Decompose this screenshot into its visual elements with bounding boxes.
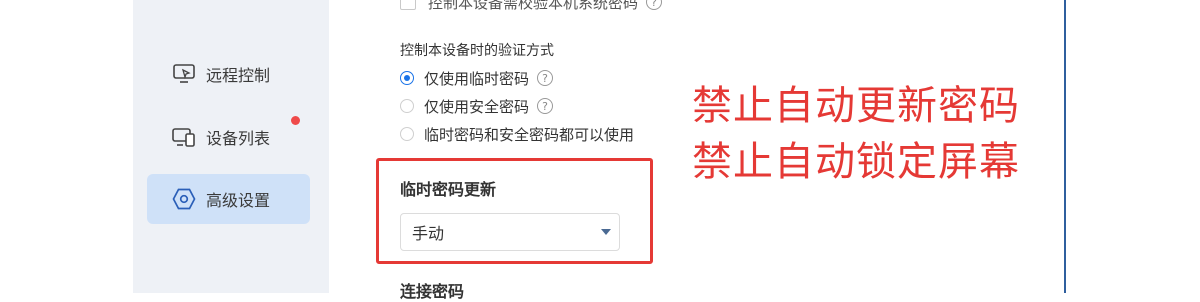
connection-password-title: 连接密码: [400, 282, 465, 301]
sidebar-item-remote-control[interactable]: 远程控制: [147, 49, 310, 99]
window-edge: [1064, 0, 1066, 293]
annotation-disable-auto-update: 禁止自动更新密码: [692, 83, 1020, 129]
temp-password-update-title: 临时密码更新: [400, 180, 497, 199]
temp-password-update-select[interactable]: 手动: [400, 213, 620, 251]
remote-control-icon: [171, 61, 197, 87]
settings-hexagon-icon: [171, 186, 197, 212]
sidebar-item-label: 高级设置: [206, 191, 271, 210]
help-icon[interactable]: ?: [537, 98, 554, 114]
help-icon[interactable]: ?: [646, 0, 663, 10]
device-list-icon: [171, 124, 197, 150]
verify-option-both[interactable]: 临时密码和安全密码都可以使用: [400, 124, 634, 144]
sidebar-item-advanced-settings[interactable]: 高级设置: [147, 174, 310, 224]
chevron-down-icon: [601, 229, 611, 235]
sidebar: 远程控制 设备列表 高级设置: [133, 0, 329, 293]
annotation-disable-auto-lock: 禁止自动锁定屏幕: [692, 139, 1020, 185]
checkbox-label: 控制本设备需校验本机系统密码: [428, 0, 639, 12]
radio-temp-only[interactable]: [400, 71, 414, 85]
sidebar-item-device-list[interactable]: 设备列表: [147, 112, 310, 162]
verify-method-title: 控制本设备时的验证方式: [400, 43, 554, 59]
verify-system-password-option[interactable]: 控制本设备需校验本机系统密码 ?: [400, 0, 663, 12]
verify-option-security-only[interactable]: 仅使用安全密码 ?: [400, 96, 554, 116]
radio-both[interactable]: [400, 127, 414, 141]
radio-label: 仅使用临时密码: [424, 69, 530, 88]
select-value: 手动: [412, 224, 445, 243]
verify-option-temp-only[interactable]: 仅使用临时密码 ?: [400, 68, 554, 88]
notification-badge: [291, 116, 300, 125]
radio-label: 仅使用安全密码: [424, 97, 530, 116]
verify-system-password-checkbox[interactable]: [400, 0, 416, 10]
help-icon[interactable]: ?: [537, 70, 554, 86]
sidebar-item-label: 远程控制: [206, 66, 271, 85]
radio-label: 临时密码和安全密码都可以使用: [424, 125, 635, 144]
radio-security-only[interactable]: [400, 99, 414, 113]
sidebar-item-label: 设备列表: [206, 129, 271, 148]
